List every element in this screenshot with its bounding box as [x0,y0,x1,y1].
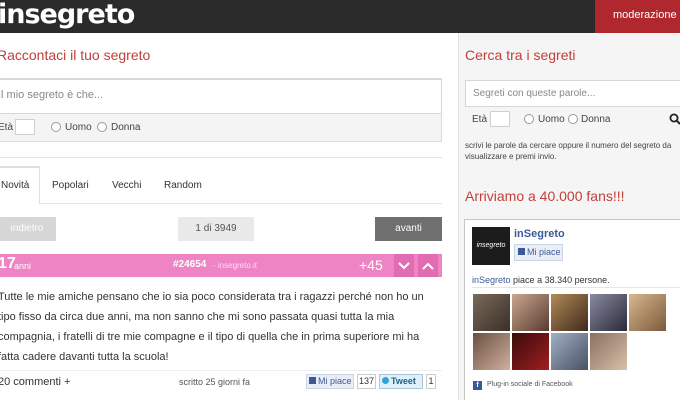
thumbs-up-icon [309,377,316,384]
tabs-bottom-divider [40,203,442,204]
secret-input-placeholder: Il mio segreto è che... [0,89,104,101]
female-label: Donna [111,122,141,133]
search-input-placeholder: Segreti con queste parole... [473,88,596,99]
facebook-like-label: Mi piace [318,376,352,386]
tweet-label: Tweet [391,376,416,386]
logo[interactable]: insegreto [0,0,135,30]
fan-avatar[interactable] [590,333,627,370]
secret-age-unit: anni [14,261,32,271]
search-male-label: Uomo [538,114,565,125]
top-bar: insegreto moderazione [0,0,680,33]
tab-random[interactable]: Random [164,180,202,191]
facebook-page-thumbnail[interactable]: insegreto [472,227,510,265]
fans-title: Arriviamo a 40.000 fans!!! [465,188,625,204]
age-input[interactable] [15,119,35,135]
fan-avatar[interactable] [590,294,627,331]
secret-text: Tutte le mie amiche pensano che io sia p… [0,291,424,363]
male-label: Uomo [65,122,92,133]
search-title: Cerca tra i segreti [465,47,576,63]
moderation-button[interactable]: moderazione [595,0,680,33]
back-button[interactable]: indietro [0,217,56,241]
tab-novita[interactable]: Novità [1,180,29,191]
search-help-text: scrivi le parole da cercare oppure il nu… [465,141,672,161]
secret-score: +45 [359,257,383,273]
tweet-count: 1 [426,374,436,389]
composer-title: Raccontaci il tuo segreto [0,47,151,63]
male-radio[interactable] [51,122,61,132]
fan-avatar[interactable] [473,333,510,370]
fan-avatar[interactable] [551,294,588,331]
search-female-label: Donna [581,114,611,125]
tab-popolari[interactable]: Popolari [52,180,89,191]
chevron-down-icon [398,262,410,270]
facebook-page-name[interactable]: inSegreto [514,228,565,240]
page-indicator: 1 di 3949 [178,217,254,241]
secret-date: scritto 25 giorni fa [179,377,251,387]
facebook-page-like-button[interactable]: Mi piace [514,244,563,261]
age-label: Età [0,122,14,133]
secret-source: - insegreto.it [213,261,258,270]
fan-avatar[interactable] [629,294,666,331]
fan-avatar[interactable] [512,333,549,370]
vote-up-button[interactable] [418,254,438,277]
facebook-page-like-label: Mi piace [527,247,561,257]
tabs-divider [0,157,442,158]
secret-footer-divider [0,370,442,371]
chevron-up-icon [422,262,434,270]
facebook-like-count: 137 [357,374,376,389]
female-radio[interactable] [97,122,107,132]
thumbs-up-icon [518,248,525,255]
facebook-widget-divider [472,287,680,288]
tweet-button[interactable]: Tweet [379,374,423,389]
comments-link[interactable]: 20 commenti + [0,376,70,388]
search-input[interactable]: Segreti con queste parole... [465,80,680,107]
secret-id[interactable]: #24654 [173,259,206,270]
vote-down-button[interactable] [394,254,414,277]
facebook-fan-count-link[interactable]: inSegreto [472,275,511,285]
secret-header-bar: 17 anni #24654 - insegreto.it +45 [0,254,442,277]
facebook-like-button[interactable]: Mi piace [306,374,354,389]
search-male-radio[interactable] [524,114,534,124]
facebook-fan-count: inSegreto piace a 38.340 persone. [472,275,610,285]
search-age-input[interactable] [490,111,510,127]
search-female-radio[interactable] [568,114,578,124]
facebook-icon: f [473,381,482,390]
search-age-label: Età [472,114,488,125]
secret-input[interactable]: Il mio segreto è che... [0,79,442,114]
fan-avatar[interactable] [551,333,588,370]
facebook-fan-count-text: piace a 38.340 persone. [513,275,610,285]
facebook-plugin-label: Plug-in sociale di Facebook [487,381,573,388]
fan-avatar[interactable] [473,294,510,331]
next-button[interactable]: avanti [375,217,442,241]
fan-avatar[interactable] [512,294,549,331]
search-icon[interactable] [669,113,680,125]
twitter-bird-icon [382,377,389,384]
tab-vecchi[interactable]: Vecchi [112,180,141,191]
